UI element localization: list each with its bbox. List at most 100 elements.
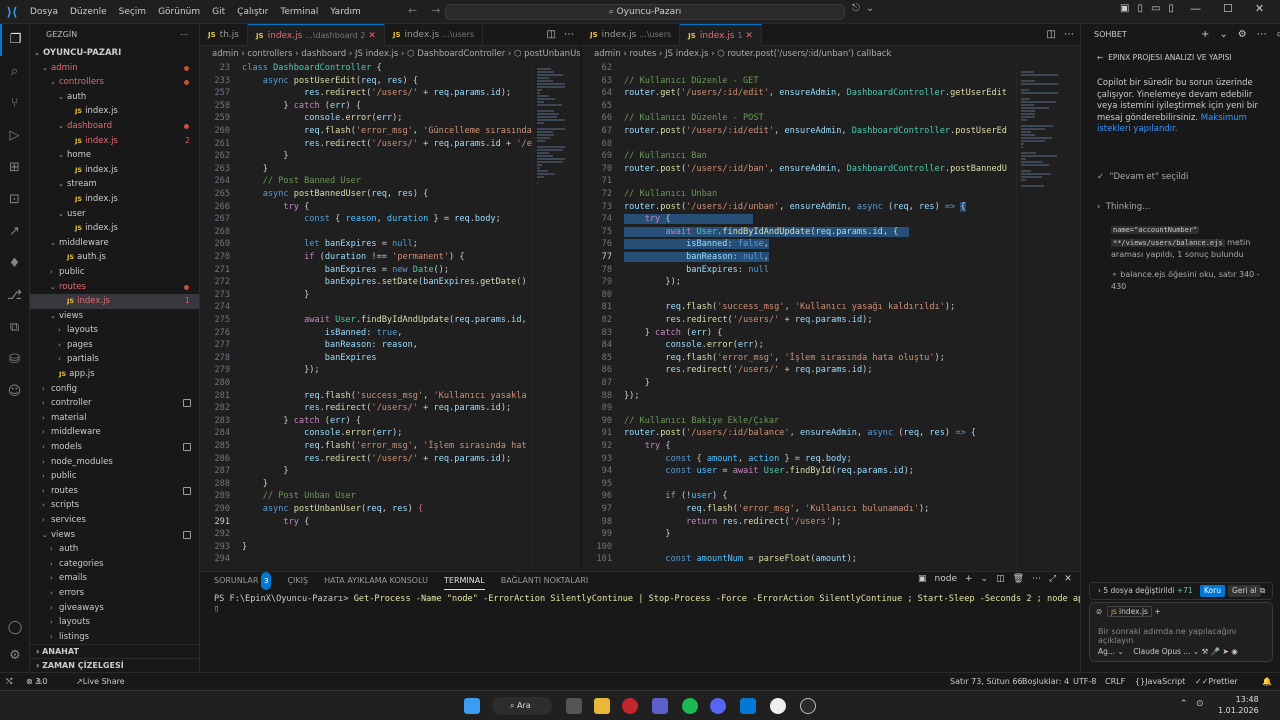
tray-chevron-icon[interactable]: ⌃ — [1180, 699, 1188, 709]
menu-item[interactable]: Düzenle — [64, 7, 113, 17]
agent-picker[interactable]: Ag... — [1098, 647, 1115, 656]
minimap-left[interactable] — [532, 62, 580, 571]
microphone-icon[interactable]: 🎤 — [1211, 647, 1220, 656]
tree-folder[interactable]: › routes — [30, 484, 199, 499]
code-line[interactable]: 285 req.flash('error_msg', 'İşlem sırası… — [200, 440, 526, 453]
tree-folder[interactable]: › categories — [30, 557, 199, 572]
code-line[interactable]: 81 req.flash('success_msg', 'Kullanıcı y… — [582, 301, 956, 314]
tree-folder[interactable]: › services — [30, 513, 199, 528]
more-actions-icon[interactable]: ⋯ — [564, 29, 574, 40]
remote-explorer-icon[interactable]: ⊡ — [0, 184, 29, 216]
tree-folder[interactable]: ⌄ admin — [30, 61, 199, 76]
run-debug-icon[interactable]: ▷ — [0, 120, 29, 152]
remote-icon[interactable]: ⤭ — [6, 673, 12, 691]
code-line[interactable]: 284 console.error(err); — [200, 427, 402, 440]
outline-section[interactable]: › ANAHAT — [30, 644, 199, 658]
workspace-root[interactable]: ⌄ OYUNCU-PAZARI — [30, 46, 199, 61]
code-line[interactable]: 265 async postBannedUser(req, res) { — [200, 188, 428, 201]
code-line[interactable]: 281 req.flash('success_msg', 'Kullanıcı … — [200, 390, 526, 403]
tree-file[interactable]: JS index.js 1 — [30, 294, 199, 309]
tree-folder[interactable]: › config — [30, 382, 199, 397]
more-actions-icon[interactable]: ⋯ — [1064, 29, 1074, 40]
code-line[interactable]: 85 req.flash('error_msg', 'İşlem sırasın… — [582, 352, 945, 365]
steam-icon[interactable] — [800, 698, 816, 714]
tab-output[interactable]: ÇIKIŞ — [287, 572, 308, 590]
code-line[interactable]: 94 const user = await User.findById(req.… — [582, 465, 914, 478]
command-center[interactable]: ⌕ Oyuncu-Pazarı — [445, 4, 845, 20]
live-share-icon[interactable]: ↗ — [0, 216, 29, 248]
code-line[interactable]: 93 const { amount, action } = req.body; — [582, 453, 852, 466]
code-line[interactable]: 71 — [582, 175, 624, 188]
close-tab-icon[interactable]: ✕ — [745, 31, 753, 41]
maximize-icon[interactable]: ☐ — [1223, 2, 1233, 15]
tree-folder[interactable]: › pages — [30, 338, 199, 353]
discord-icon[interactable] — [710, 698, 726, 714]
split-editor-icon[interactable]: ◫ — [547, 29, 556, 40]
explorer-icon[interactable]: ❐ — [0, 24, 29, 56]
code-line[interactable]: 92 try { — [582, 440, 671, 453]
tree-folder[interactable]: ⌄ routes — [30, 280, 199, 295]
indentation[interactable]: Boşluklar: 4 — [1022, 673, 1069, 691]
tree-folder[interactable]: › material — [30, 411, 199, 426]
code-line[interactable]: 267 const { reason, duration } = req.bod… — [200, 213, 500, 226]
code-line[interactable]: 293} — [200, 541, 247, 554]
spotify-icon[interactable] — [682, 698, 698, 714]
code-line[interactable]: 73 router.post('/users/:id/unban', ensure… — [582, 201, 966, 214]
code-line[interactable]: 64 router.get('/users/:id/edit', ensureAd… — [582, 87, 1007, 100]
tree-folder[interactable]: › public — [30, 265, 199, 280]
tree-folder[interactable]: ⌄ views — [30, 309, 199, 324]
code-line[interactable]: 86 res.redirect('/users/' + req.params.i… — [582, 364, 873, 377]
code-line[interactable]: 290 async postUnbanUser(req, res) { — [200, 503, 423, 516]
more-actions-icon[interactable]: ⋯ — [180, 24, 188, 46]
code-line[interactable]: 67 router.post('/users/:id/edit', ensureA… — [582, 125, 1007, 138]
code-line[interactable]: 70 router.post('/users/:id/ban', ensureAd… — [582, 163, 1007, 176]
tree-file[interactable]: JS index.js — [30, 221, 199, 236]
code-line[interactable]: 88}); — [582, 390, 640, 403]
clock[interactable]: 13:48 1.01.2026 — [1218, 694, 1259, 716]
menu-item[interactable]: Dosya — [24, 7, 64, 17]
code-line[interactable]: 286 res.redirect('/users/' + req.params.… — [200, 453, 511, 466]
editor-tab[interactable]: JS index.js ...\users — [582, 24, 681, 46]
language-mode[interactable]: {} JavaScript — [1135, 673, 1185, 691]
database-icon[interactable]: ⛁ — [0, 344, 29, 376]
code-line[interactable]: 80 — [582, 289, 624, 302]
editor-tab[interactable]: JS th.js — [200, 24, 248, 46]
tab-ports[interactable]: BAĞLANTI NOKTALARI — [501, 572, 589, 590]
close-tab-icon[interactable]: ✕ — [368, 31, 376, 41]
breadcrumb-left[interactable]: admin › controllers › dashboard › JS ind… — [200, 46, 580, 62]
code-line[interactable]: 277 banReason: reason, — [200, 339, 418, 352]
settings-gear-icon[interactable]: ⚙ — [0, 648, 30, 663]
code-line[interactable]: 74 try { — [582, 213, 754, 226]
chevron-down-icon[interactable]: ⌄ — [1193, 647, 1199, 656]
code-line[interactable]: 68 — [582, 138, 624, 151]
trash-icon[interactable]: 🗑 — [1013, 574, 1024, 584]
tree-file[interactable]: JS index.js — [30, 104, 199, 119]
code-line[interactable]: 76 isBanned: false, — [582, 238, 769, 251]
code-line[interactable]: 261 res.redirect('/users/' + req.params.… — [200, 138, 531, 151]
mongodb-icon[interactable]: ♦ — [0, 248, 29, 280]
tree-file[interactable]: JS auth.js — [30, 250, 199, 265]
minimap-right[interactable] — [1016, 62, 1080, 571]
terminal-name[interactable]: node — [935, 574, 957, 584]
code-line[interactable]: 84 console.error(err); — [582, 339, 764, 352]
opera-icon[interactable] — [622, 698, 638, 714]
changed-files-label[interactable]: 5 dosya değiştirildi — [1103, 586, 1174, 595]
code-line[interactable]: 266 try { — [200, 201, 309, 214]
code-line[interactable]: 280 — [200, 377, 242, 390]
menu-item[interactable]: Seçim — [113, 7, 152, 17]
editor-tab[interactable]: JS index.js 1 ✕ — [680, 24, 762, 46]
code-line[interactable]: 87 } — [582, 377, 650, 390]
tree-file[interactable]: JS app.js — [30, 367, 199, 382]
chevron-down-icon[interactable]: ⌄ — [1117, 647, 1123, 656]
more-actions-icon[interactable]: ⋯ — [1257, 24, 1267, 46]
tree-file[interactable]: JS index.js — [30, 192, 199, 207]
open-diff-icon[interactable]: ⧉ — [1260, 583, 1265, 599]
tree-folder[interactable]: › errors — [30, 586, 199, 601]
containers-icon[interactable]: ⧉ — [0, 312, 29, 344]
code-line[interactable]: 283 } catch (err) { — [200, 415, 361, 428]
tree-folder[interactable]: › partials — [30, 352, 199, 367]
menu-item[interactable]: Terminal — [274, 7, 324, 17]
menu-item[interactable]: Görünüm — [152, 7, 206, 17]
copilot-icon[interactable]: ⎋ — [852, 3, 860, 14]
layout-icon[interactable]: ▣ — [1120, 3, 1129, 14]
